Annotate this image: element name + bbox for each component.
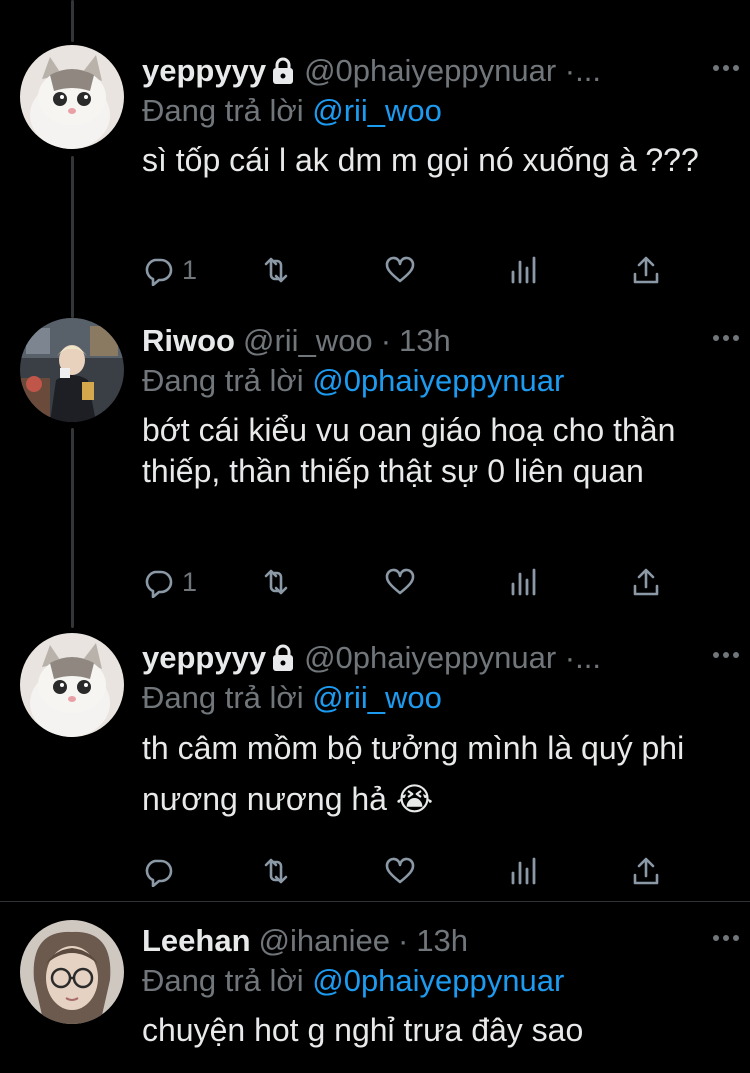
tweet[interactable]: Riwoo @rii_woo · 13h Đang trả lời @0phai…: [0, 300, 750, 615]
replying-to-label: Đang trả lời: [142, 963, 313, 998]
tweet[interactable]: yeppyyy @0phaiyeppynuar ·... Đang trả lờ…: [0, 0, 750, 300]
like-button[interactable]: [384, 562, 416, 602]
display-name[interactable]: Riwoo: [142, 322, 235, 360]
reply-count: 1: [182, 254, 198, 285]
like-icon: [385, 568, 415, 595]
tweet-header: yeppyyy @0phaiyeppynuar ·...: [142, 52, 732, 90]
replying-to-link[interactable]: @0phaiyeppynuar: [312, 963, 564, 998]
share-icon: [633, 256, 659, 284]
display-name[interactable]: yeppyyy: [142, 52, 266, 90]
retweet-button[interactable]: [260, 562, 292, 602]
tweet-actions: [142, 851, 692, 891]
avatar[interactable]: [20, 920, 124, 1024]
retweet-icon: [264, 569, 288, 595]
avatar[interactable]: [20, 633, 124, 737]
avatar[interactable]: [20, 318, 124, 422]
tweet-header: Leehan @ihaniee · 13h: [142, 922, 732, 960]
tweet-text: sì tốp cái l ak dm m gọi nó xuống à ???: [142, 142, 699, 178]
replying-to-link[interactable]: @rii_woo: [312, 93, 442, 128]
lock-icon: [273, 644, 294, 671]
like-icon: [385, 256, 415, 283]
share-button[interactable]: [630, 851, 662, 891]
username-handle[interactable]: @ihaniee: [259, 922, 390, 960]
analytics-button[interactable]: [508, 851, 540, 891]
replying-to-label: Đang trả lời: [142, 363, 313, 398]
analytics-button[interactable]: [508, 562, 540, 602]
retweet-icon: [264, 858, 288, 884]
more-icon[interactable]: [710, 328, 742, 348]
timestamp[interactable]: 13h: [416, 922, 468, 960]
analytics-icon: [511, 568, 536, 596]
retweet-button[interactable]: [260, 250, 292, 290]
tweet[interactable]: Leehan @ihaniee · 13h Đang trả lời @0pha…: [0, 902, 750, 1073]
display-name[interactable]: Leehan: [142, 922, 251, 960]
tweet-header: Riwoo @rii_woo · 13h: [142, 322, 732, 360]
tweet-text: bớt cái kiểu vu oan giáo hoạ cho thần th…: [142, 412, 676, 489]
replying-to-link[interactable]: @0phaiyeppynuar: [312, 363, 564, 398]
reply-button[interactable]: [142, 851, 174, 891]
reply-count: 1: [182, 566, 198, 597]
replying-to-label: Đang trả lời: [142, 93, 313, 128]
username-handle[interactable]: @0phaiyeppynuar ·...: [304, 52, 601, 90]
analytics-icon: [511, 256, 536, 284]
like-button[interactable]: [384, 250, 416, 290]
analytics-button[interactable]: [508, 250, 540, 290]
share-button[interactable]: [630, 250, 662, 290]
display-name[interactable]: yeppyyy: [142, 639, 266, 677]
more-icon[interactable]: [710, 645, 742, 665]
replying-to: Đang trả lời @0phaiyeppynuar: [142, 362, 732, 400]
reply-icon: [145, 258, 173, 286]
tweet-text: th câm mồm bộ tưởng mình là quý phi nươn…: [142, 730, 685, 817]
reply-icon: [145, 859, 173, 887]
share-button[interactable]: [630, 562, 662, 602]
tweet-actions: 1: [142, 250, 692, 290]
replying-to: Đang trả lời @rii_woo: [142, 679, 732, 717]
tweet[interactable]: yeppyyy @0phaiyeppynuar ·... Đang trả lờ…: [0, 615, 750, 900]
analytics-icon: [511, 857, 536, 885]
tweet-actions: 1: [142, 562, 692, 602]
tweet-text: chuyện hot g nghỉ trưa đây sao: [142, 1012, 584, 1048]
replying-to: Đang trả lời @0phaiyeppynuar: [142, 962, 732, 1000]
avatar[interactable]: [20, 45, 124, 149]
timestamp[interactable]: 13h: [399, 322, 451, 360]
share-icon: [633, 568, 659, 596]
retweet-icon: [264, 257, 288, 283]
reply-button[interactable]: 1: [142, 562, 197, 602]
username-handle[interactable]: @0phaiyeppynuar ·...: [304, 639, 601, 677]
like-icon: [385, 857, 415, 884]
separator-dot: ·: [397, 923, 409, 958]
replying-to-label: Đang trả lời: [142, 680, 313, 715]
replying-to-link[interactable]: @rii_woo: [312, 680, 442, 715]
reply-button[interactable]: 1: [142, 250, 197, 290]
like-button[interactable]: [384, 851, 416, 891]
replying-to: Đang trả lời @rii_woo: [142, 92, 732, 130]
retweet-button[interactable]: [260, 851, 292, 891]
more-icon[interactable]: [710, 928, 742, 948]
reply-icon: [145, 570, 173, 598]
more-icon[interactable]: [710, 58, 742, 78]
separator-dot: ·: [380, 323, 392, 358]
username-handle[interactable]: @rii_woo: [243, 322, 373, 360]
share-icon: [633, 857, 659, 885]
lock-icon: [273, 57, 294, 84]
tweet-header: yeppyyy @0phaiyeppynuar ·...: [142, 639, 732, 677]
